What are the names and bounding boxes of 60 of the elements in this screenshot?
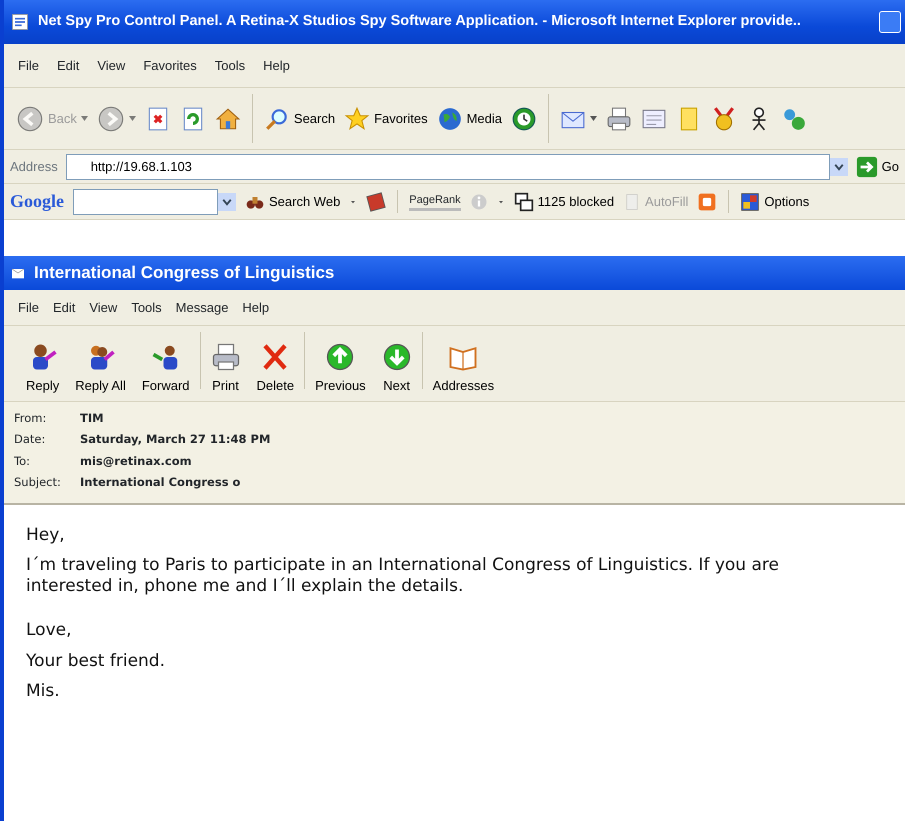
toolbar-button[interactable]: Print: [202, 342, 249, 395]
minimize-button[interactable]: [879, 11, 901, 33]
header-label: From:: [14, 410, 48, 427]
menu-item[interactable]: File: [18, 298, 39, 318]
header-value: International Congress o: [80, 474, 240, 491]
caret-icon: [128, 116, 136, 121]
menu-item[interactable]: Edit: [52, 298, 76, 318]
menu-item[interactable]: View: [97, 56, 126, 76]
menu-item[interactable]: Favorites: [143, 56, 197, 76]
message-text: Hey,: [26, 525, 66, 546]
window-title: Net Spy Pro Control Panel. A Retina-X Studios Spy Software Application. - Microsoft Internet Explorer provide..: [38, 12, 802, 32]
address-field[interactable]: http://19.68.1.103: [66, 154, 830, 180]
toolbar-button[interactable]: Media: [436, 106, 502, 132]
star-icon[interactable]: [344, 106, 370, 132]
menu-item[interactable]: View: [89, 298, 118, 318]
blog-icon[interactable]: [697, 192, 718, 212]
toolbar-button[interactable]: Previous: [307, 342, 374, 395]
go-button[interactable]: Go: [856, 156, 899, 178]
message-title: International Congress of Linguistics: [34, 262, 334, 284]
toolbar-button[interactable]: Delete: [248, 342, 302, 395]
header-value: TIM: [80, 410, 104, 427]
toolbar-button[interactable]: Favorites: [344, 106, 428, 132]
menu-item[interactable]: Edit: [56, 56, 80, 76]
printer-icon[interactable]: [210, 342, 241, 372]
search-field[interactable]: [73, 188, 218, 214]
toolbar-button[interactable]: Forward: [134, 342, 198, 395]
message-text: I´m traveling to Paris to participate in an International Congress of Linguistics. If you are interested in, phone me and I´ll explain the details.: [26, 555, 780, 596]
menu-item[interactable]: Help: [263, 56, 290, 76]
window-icon: [10, 12, 30, 32]
header-value: Saturday, March 27 11:48 PM: [80, 431, 270, 448]
news-icon[interactable]: [366, 192, 386, 212]
menu-item[interactable]: Tools: [214, 56, 246, 76]
message-text: Your best friend.: [26, 650, 166, 671]
options-button[interactable]: Options: [740, 192, 810, 212]
toolbar-button[interactable]: Next: [374, 342, 420, 395]
popup-blocker-button[interactable]: 1125 blocked: [514, 192, 614, 212]
toolbar-button[interactable]: Search: [264, 106, 336, 132]
google-menu-button[interactable]: Google: [10, 188, 64, 215]
toolbar-button[interactable]: Reply All: [67, 342, 134, 395]
menu-item[interactable]: Help: [242, 298, 270, 318]
pagerank-label: PageRank: [409, 192, 461, 212]
caret-icon: [80, 116, 88, 121]
menu-item[interactable]: Message: [176, 298, 228, 318]
address-label: Address: [10, 158, 58, 176]
toolbar-button[interactable]: [511, 106, 537, 132]
caret-icon: [590, 116, 597, 121]
header-label: To:: [14, 452, 31, 470]
header-label: Subject:: [14, 474, 62, 491]
popup-icon[interactable]: [514, 192, 534, 212]
toolbar-button[interactable]: Reply: [18, 342, 68, 395]
menu-item[interactable]: File: [18, 56, 39, 76]
toolbar-button[interactable]: Addresses: [424, 342, 502, 395]
options-icon[interactable]: [740, 192, 760, 212]
message-text: Love,: [26, 620, 72, 641]
menu-item[interactable]: Tools: [131, 298, 162, 318]
header-label: Date:: [14, 431, 46, 448]
header-value: mis@retinax.com: [80, 452, 192, 470]
search-web-button[interactable]: Search Web: [245, 192, 340, 212]
message-text: Mis.: [26, 680, 61, 702]
globe-icon[interactable]: [436, 106, 463, 132]
